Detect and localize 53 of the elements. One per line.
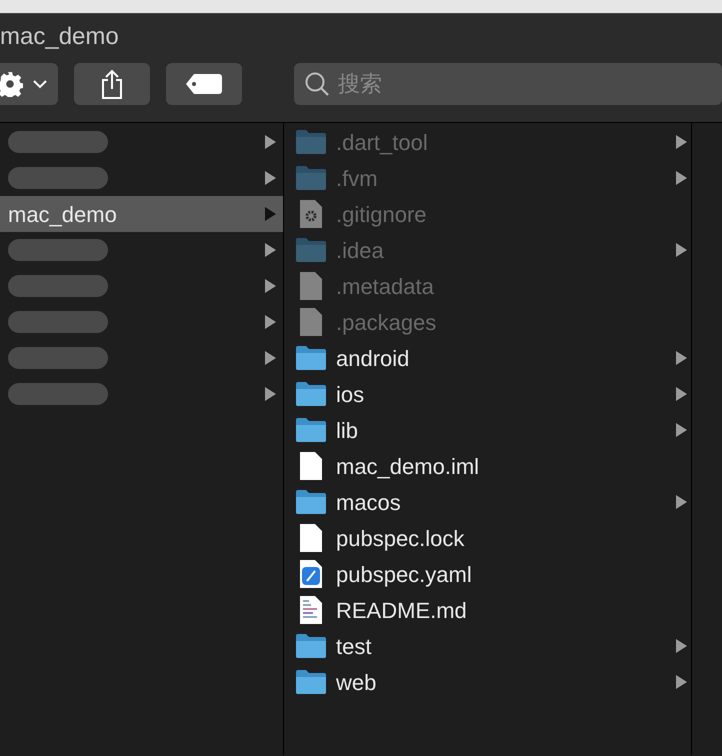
file-row[interactable]: android [284,340,691,376]
file-name: .idea [336,236,384,264]
search-icon [304,71,330,97]
file-name: README.md [336,596,467,624]
file-name: .dart_tool [336,128,428,156]
gear-icon [0,71,23,97]
file-name: .packages [336,308,436,337]
folder-row[interactable]: mac_demo [0,196,283,232]
file-name: macos [336,488,401,516]
action-menu-button[interactable] [0,63,58,105]
share-button[interactable] [74,63,150,105]
file-name: android [336,344,410,372]
folder-icon [296,346,326,370]
tag-button[interactable] [166,63,242,105]
file-row[interactable]: README.md [284,592,691,628]
text-document-icon [300,596,322,624]
share-icon [101,69,123,99]
file-name: .metadata [336,272,434,300]
file-row[interactable]: web [284,664,691,700]
file-name: .gitignore [336,200,427,229]
file-row[interactable]: pubspec.lock [284,520,691,556]
folder-icon [296,382,326,406]
file-name: web [336,668,376,696]
gear-document-icon [300,200,322,228]
folder-icon [296,670,326,694]
chevron-down-icon [33,80,47,88]
file-row[interactable]: lib [284,412,691,448]
file-row[interactable]: test [284,628,691,664]
file-name: ios [336,380,364,408]
folder-icon [296,634,326,658]
folder-icon [296,238,326,262]
folder-name: mac_demo [8,200,117,228]
folder-icon [296,130,326,154]
folder-icon [296,166,326,190]
document-icon [300,308,322,336]
folder-icon [296,490,326,514]
search-field[interactable]: 搜索 [294,63,722,105]
file-row[interactable]: macos [284,484,691,520]
folder-icon [296,418,326,442]
file-name: pubspec.lock [336,524,464,553]
document-icon [300,452,322,480]
file-row[interactable]: mac_demo.iml [284,448,691,484]
file-name: mac_demo.iml [336,452,480,480]
file-name: pubspec.yaml [336,560,472,589]
file-name: .fvm [336,164,378,192]
file-name: test [336,632,372,660]
document-icon [300,524,322,552]
file-name: lib [336,416,358,444]
document-icon [300,272,322,300]
file-row[interactable]: pubspec.yaml [284,556,691,592]
tag-icon [186,74,222,94]
file-row[interactable]: ios [284,376,691,412]
window-title: mac_demo [0,25,119,49]
